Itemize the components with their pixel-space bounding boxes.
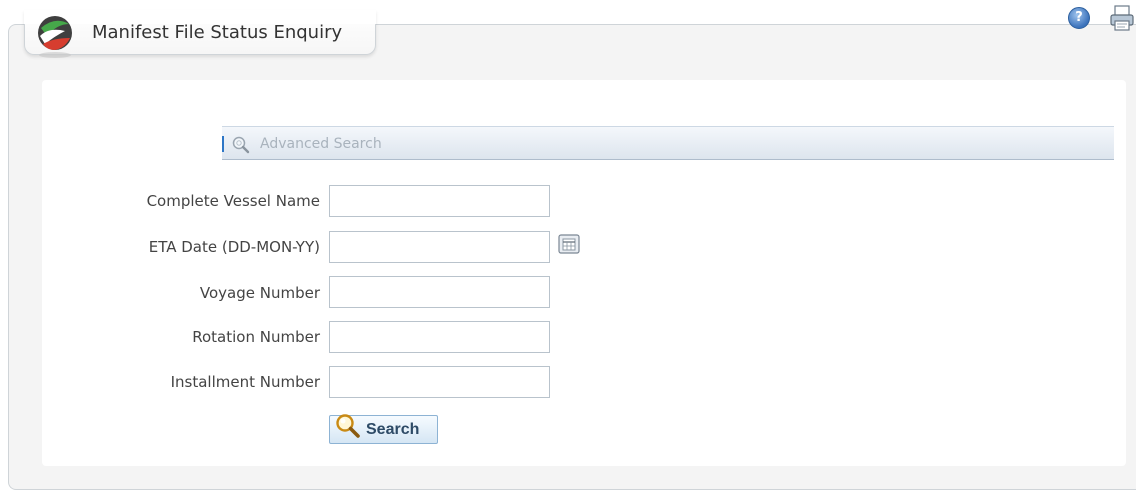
search-button[interactable]: Search [329, 414, 438, 444]
advanced-search-divider [222, 136, 224, 152]
vessel-name-label: Complete Vessel Name [146, 192, 320, 210]
voyage-number-label: Voyage Number [199, 284, 320, 302]
eta-date-input[interactable] [329, 231, 550, 263]
search-icon [336, 414, 360, 438]
magnifier-icon [232, 136, 250, 154]
rotation-number-label: Rotation Number [192, 328, 320, 346]
installment-number-input[interactable] [329, 366, 550, 398]
vessel-name-input[interactable] [329, 185, 550, 217]
voyage-number-input[interactable] [329, 276, 550, 308]
calendar-icon[interactable] [558, 234, 580, 254]
eta-date-label: ETA Date (DD-MON-YY) [148, 238, 320, 256]
help-icon[interactable]: ? [1068, 7, 1090, 29]
advanced-search-bar[interactable]: Advanced Search [222, 126, 1114, 160]
installment-number-label: Installment Number [170, 373, 320, 391]
print-icon[interactable] [1108, 4, 1136, 32]
search-button-label: Search [366, 421, 420, 438]
page-title: Manifest File Status Enquiry [92, 22, 343, 43]
advanced-search-link[interactable]: Advanced Search [260, 136, 382, 152]
rotation-number-input[interactable] [329, 321, 550, 353]
manifest-enquiry-page: Manifest File Status Enquiry ? Advanced … [0, 0, 1136, 493]
app-logo-icon [38, 16, 72, 58]
